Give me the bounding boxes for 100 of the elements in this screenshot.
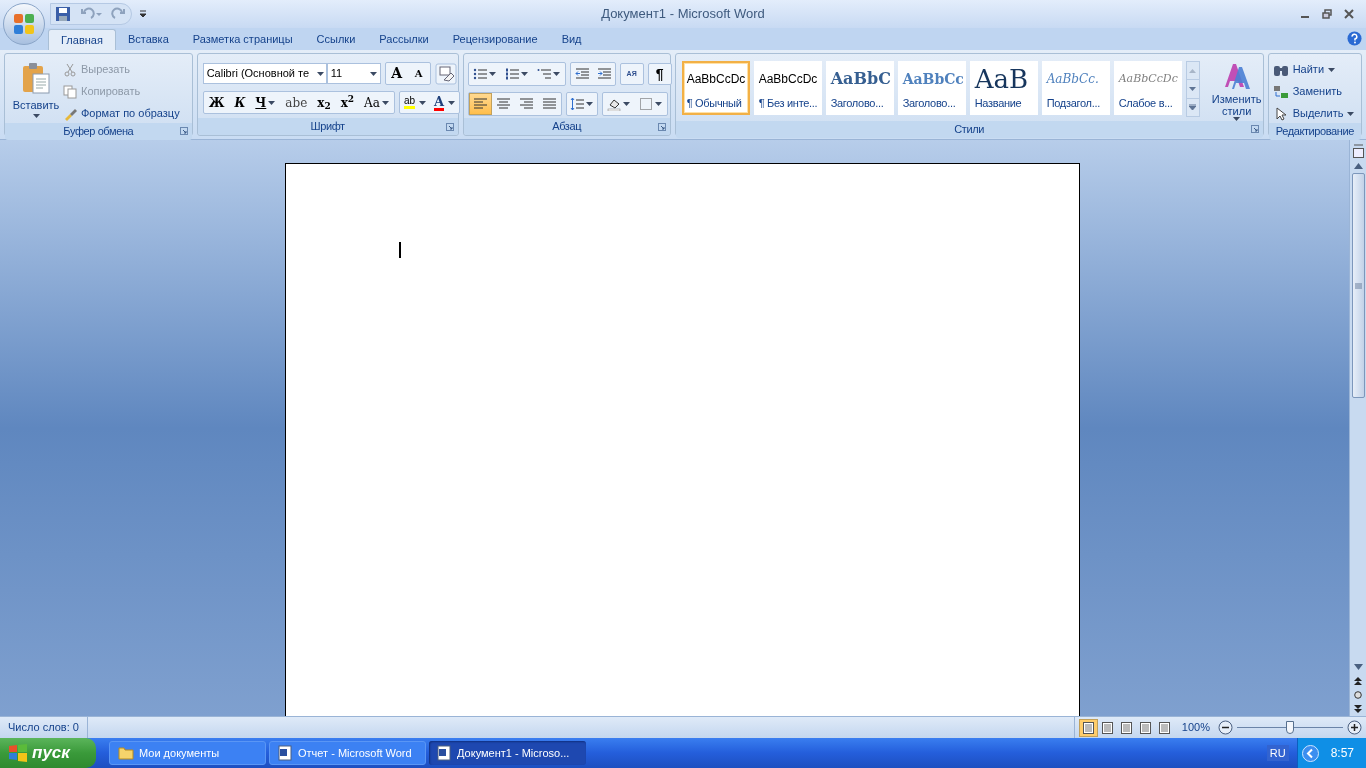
clipboard-command[interactable]: Формат по образцу	[63, 104, 180, 123]
caret-icon	[268, 100, 276, 105]
show-marks-button[interactable]: ¶	[647, 63, 672, 85]
style-item[interactable]: AaBbCcDc Слабое в...	[1113, 61, 1182, 115]
font-color-button[interactable]: A	[430, 92, 460, 113]
vertical-scrollbar[interactable]	[1349, 140, 1366, 716]
group-title: Шрифт	[310, 119, 345, 135]
format-button[interactable]: Ч	[250, 92, 281, 113]
help-icon[interactable]	[1347, 31, 1362, 46]
scroll-up-icon[interactable]	[1353, 163, 1363, 169]
change-styles-button[interactable]: Изменить стили	[1205, 61, 1268, 121]
format-button[interactable]: x$_{2}$	[312, 92, 336, 113]
document-icon	[437, 745, 452, 761]
zoom-level[interactable]: 100%	[1181, 719, 1210, 736]
zoom-out-icon[interactable]	[1218, 720, 1233, 735]
taskbar-button[interactable]: Мои документы	[109, 741, 266, 765]
grow-font-button[interactable]: A	[385, 63, 408, 84]
font-size-field[interactable]: 11	[326, 63, 381, 84]
dialog-launcher-icon[interactable]	[445, 122, 454, 131]
caret-icon	[1189, 87, 1197, 91]
windows-logo-icon	[8, 744, 28, 762]
ribbon-tab[interactable]: Главная	[48, 29, 116, 50]
style-item[interactable]: AaBbCc. Подзагол...	[1041, 61, 1110, 115]
caret-icon	[1328, 67, 1336, 72]
caret-icon	[489, 72, 497, 76]
dialog-launcher-icon[interactable]	[179, 127, 188, 136]
format-button[interactable]: x$^{2}$	[335, 92, 360, 113]
style-preview: AaBbC	[830, 68, 891, 90]
editing-command[interactable]: Заменить	[1272, 82, 1355, 101]
ruler-icon[interactable]	[1351, 144, 1365, 159]
gallery-scroller[interactable]	[1185, 61, 1200, 117]
caret-icon	[521, 72, 529, 76]
folder-icon	[118, 746, 134, 760]
style-item[interactable]: AaBbCcDc ¶ Без инте...	[753, 61, 822, 115]
format-button[interactable]: Ж	[203, 92, 230, 113]
shrink-font-button[interactable]: A	[407, 63, 430, 84]
editing-command[interactable]: Найти	[1272, 60, 1355, 79]
view-button[interactable]	[1078, 718, 1098, 737]
format-button[interactable]: abe	[280, 92, 313, 113]
style-preview: AaBbCcDc	[686, 71, 746, 88]
bullets-icon	[473, 67, 488, 81]
taskbar-button[interactable]: Отчет - Microsoft Word	[269, 741, 426, 765]
scissors-icon	[63, 62, 77, 77]
zoom-in-icon[interactable]	[1347, 720, 1362, 735]
replace-icon	[1272, 84, 1289, 99]
save-icon[interactable]	[55, 6, 71, 22]
text-cursor	[399, 242, 401, 258]
caret-icon	[586, 102, 594, 106]
highlight-button[interactable]: ab	[399, 92, 431, 113]
left-icon	[473, 97, 488, 111]
dialog-launcher-icon[interactable]	[657, 122, 666, 131]
numbers-icon	[505, 67, 520, 81]
paste-button[interactable]: Вставить	[9, 58, 63, 123]
style-item[interactable]: AaBbCcDc ¶ Обычный	[681, 61, 750, 115]
multilevel-icon	[537, 67, 552, 81]
taskbar-button[interactable]: Документ1 - Microso...	[429, 741, 586, 765]
format-button[interactable]: К	[229, 92, 251, 113]
editing-command[interactable]: Выделить	[1272, 104, 1355, 123]
caret-icon	[369, 71, 377, 76]
caret-icon	[419, 100, 427, 105]
ribbon-tab[interactable]: Вставка	[115, 29, 181, 50]
start-button[interactable]: пуск	[0, 738, 96, 768]
ribbon-tab[interactable]: Рассылки	[367, 29, 441, 50]
next-page-icon[interactable]	[1354, 705, 1362, 713]
customize-toolbar-icon[interactable]	[140, 10, 146, 18]
caret-icon	[316, 71, 324, 76]
page-icon	[1120, 721, 1132, 734]
format-button[interactable]: Aa	[359, 92, 394, 113]
ribbon-tab[interactable]: Вид	[549, 29, 594, 50]
caret-icon	[623, 102, 631, 106]
restore-icon[interactable]	[1322, 9, 1332, 19]
style-item[interactable]: AaBbCc Заголово...	[897, 61, 966, 115]
style-item[interactable]: AaB Название	[969, 61, 1038, 115]
scroll-down-icon[interactable]	[1353, 664, 1363, 670]
ribbon-tab[interactable]: Рецензирование	[440, 29, 550, 50]
chevron-icon[interactable]	[1301, 744, 1319, 762]
close-icon[interactable]	[1344, 9, 1354, 19]
dialog-launcher-icon[interactable]	[1250, 125, 1259, 134]
scroll-thumb[interactable]	[1351, 173, 1365, 398]
indent-icon	[596, 67, 611, 81]
style-preview: AaBbCc.	[1046, 71, 1099, 88]
ribbon-tab[interactable]: Разметка страницы	[180, 29, 305, 50]
zoom-thumb[interactable]	[1286, 720, 1294, 734]
browse-object-icon[interactable]	[1354, 691, 1362, 699]
brush-icon	[63, 106, 77, 121]
borders-icon	[639, 97, 654, 111]
group-title: Стили	[954, 122, 984, 137]
window-title: Документ1 - Microsoft Word	[601, 5, 765, 24]
language-indicator[interactable]: RU	[1266, 744, 1289, 762]
eraser-icon[interactable]	[434, 62, 457, 85]
zoom-slider[interactable]	[1237, 719, 1343, 736]
align-button[interactable]	[468, 93, 492, 115]
ribbon-tab[interactable]: Ссылки	[304, 29, 368, 50]
font-name-field[interactable]: Calibri (Основной те	[202, 63, 327, 84]
outdent-icon	[574, 67, 589, 81]
style-item[interactable]: AaBbC Заголово...	[825, 61, 894, 115]
office-button[interactable]	[3, 3, 45, 45]
previous-page-icon[interactable]	[1354, 677, 1362, 685]
spacing-icon	[570, 97, 585, 111]
more-icon	[1189, 104, 1197, 111]
